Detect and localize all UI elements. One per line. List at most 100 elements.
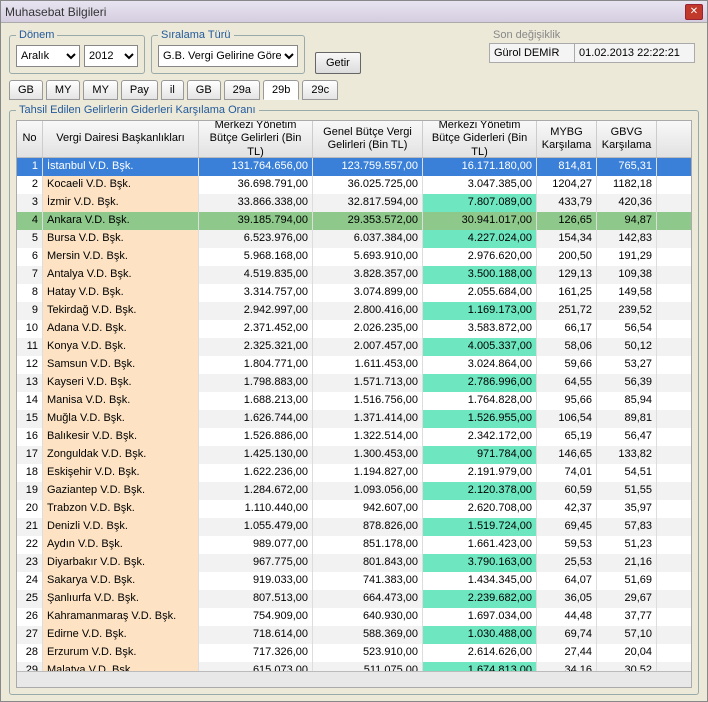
cell: Zonguldak V.D. Bşk. [43, 446, 199, 464]
cell: 69,74 [537, 626, 597, 644]
cell: 64,55 [537, 374, 597, 392]
cell: Trabzon V.D. Bşk. [43, 500, 199, 518]
tab-gb[interactable]: GB [9, 80, 43, 100]
cell: 588.369,00 [313, 626, 423, 644]
tab-29a[interactable]: 29a [224, 80, 260, 100]
donem-legend: Dönem [16, 29, 57, 41]
table-row[interactable]: 18Eskişehir V.D. Bşk.1.622.236,001.194.8… [17, 464, 691, 482]
table-row[interactable]: 7Antalya V.D. Bşk.4.519.835,003.828.357,… [17, 266, 691, 284]
cell: 33.866.338,00 [199, 194, 313, 212]
cell: 64,07 [537, 572, 597, 590]
cell: 89,81 [597, 410, 657, 428]
cell: 22 [17, 536, 43, 554]
cell: 60,59 [537, 482, 597, 500]
cell: 6 [17, 248, 43, 266]
table-row[interactable]: 23Diyarbakır V.D. Bşk.967.775,00801.843,… [17, 554, 691, 572]
table-row[interactable]: 27Edirne V.D. Bşk.718.614,00588.369,001.… [17, 626, 691, 644]
cell: Ankara V.D. Bşk. [43, 212, 199, 230]
table-row[interactable]: 3İzmir V.D. Bşk.33.866.338,0032.817.594,… [17, 194, 691, 212]
cell: 25 [17, 590, 43, 608]
cell: 664.473,00 [313, 590, 423, 608]
table-row[interactable]: 28Erzurum V.D. Bşk.717.326,00523.910,002… [17, 644, 691, 662]
cell: 129,13 [537, 266, 597, 284]
table-row[interactable]: 24Sakarya V.D. Bşk.919.033,00741.383,001… [17, 572, 691, 590]
data-grid: No Vergi Dairesi Başkanlıkları Merkezi Y… [16, 120, 692, 688]
cell: 3.828.357,00 [313, 266, 423, 284]
getir-button[interactable]: Getir [315, 52, 361, 74]
cell: 20,04 [597, 644, 657, 662]
table-row[interactable]: 1İstanbul V.D. Bşk.131.764.656,00123.759… [17, 158, 691, 176]
table-row[interactable]: 17Zonguldak V.D. Bşk.1.425.130,001.300.4… [17, 446, 691, 464]
cell: 9 [17, 302, 43, 320]
col-mg[interactable]: Merkezi Yönetim Bütçe Giderleri (Bin TL) [423, 121, 537, 157]
cell: Malatya V.D. Bşk. [43, 662, 199, 671]
cell: 851.178,00 [313, 536, 423, 554]
table-row[interactable]: 6Mersin V.D. Bşk.5.968.168,005.693.910,0… [17, 248, 691, 266]
grid-body[interactable]: 1İstanbul V.D. Bşk.131.764.656,00123.759… [17, 158, 691, 671]
cell: 2.342.172,00 [423, 428, 537, 446]
table-row[interactable]: 14Manisa V.D. Bşk.1.688.213,001.516.756,… [17, 392, 691, 410]
tab-gb[interactable]: GB [187, 80, 221, 100]
cell: 65,19 [537, 428, 597, 446]
cell: 66,17 [537, 320, 597, 338]
cell: 1.688.213,00 [199, 392, 313, 410]
table-row[interactable]: 15Muğla V.D. Bşk.1.626.744,001.371.414,0… [17, 410, 691, 428]
table-row[interactable]: 11Konya V.D. Bşk.2.325.321,002.007.457,0… [17, 338, 691, 356]
col-no[interactable]: No [17, 121, 43, 157]
cell: Sakarya V.D. Bşk. [43, 572, 199, 590]
table-row[interactable]: 8Hatay V.D. Bşk.3.314.757,003.074.899,00… [17, 284, 691, 302]
cell: 26 [17, 608, 43, 626]
tab-29b[interactable]: 29b [263, 80, 299, 100]
cell: 42,37 [537, 500, 597, 518]
tab-my[interactable]: MY [46, 80, 81, 100]
cell: Diyarbakır V.D. Bşk. [43, 554, 199, 572]
table-row[interactable]: 5Bursa V.D. Bşk.6.523.976,006.037.384,00… [17, 230, 691, 248]
col-name[interactable]: Vergi Dairesi Başkanlıkları [43, 121, 199, 157]
cell: 2.239.682,00 [423, 590, 537, 608]
table-row[interactable]: 29Malatya V.D. Bşk.615.073,00511.075,001… [17, 662, 691, 671]
table-row[interactable]: 9Tekirdağ V.D. Bşk.2.942.997,002.800.416… [17, 302, 691, 320]
col-gbk[interactable]: GBVG Karşılama [597, 121, 657, 157]
col-myk[interactable]: MYBG Karşılama [537, 121, 597, 157]
cell: 1.798.883,00 [199, 374, 313, 392]
cell: 989.077,00 [199, 536, 313, 554]
horizontal-scrollbar[interactable] [17, 671, 691, 687]
cell: 19 [17, 482, 43, 500]
cell: 25,53 [537, 554, 597, 572]
tab-29c[interactable]: 29c [302, 80, 338, 100]
siralama-select[interactable]: G.B. Vergi Gelirine Göre [158, 45, 298, 67]
table-row[interactable]: 21Denizli V.D. Bşk.1.055.479,00878.826,0… [17, 518, 691, 536]
cell: 28 [17, 644, 43, 662]
table-row[interactable]: 10Adana V.D. Bşk.2.371.452,002.026.235,0… [17, 320, 691, 338]
tab-il[interactable]: il [161, 80, 184, 100]
cell: 6.523.976,00 [199, 230, 313, 248]
table-row[interactable]: 26Kahramanmaraş V.D. Bşk.754.909,00640.9… [17, 608, 691, 626]
table-row[interactable]: 13Kayseri V.D. Bşk.1.798.883,001.571.713… [17, 374, 691, 392]
cell: 878.826,00 [313, 518, 423, 536]
table-row[interactable]: 2Kocaeli V.D. Bşk.36.698.791,0036.025.72… [17, 176, 691, 194]
table-row[interactable]: 16Balıkesir V.D. Bşk.1.526.886,001.322.5… [17, 428, 691, 446]
table-row[interactable]: 4Ankara V.D. Bşk.39.185.794,0029.353.572… [17, 212, 691, 230]
cell: 5 [17, 230, 43, 248]
table-row[interactable]: 22Aydın V.D. Bşk.989.077,00851.178,001.6… [17, 536, 691, 554]
cell: Aydın V.D. Bşk. [43, 536, 199, 554]
month-select[interactable]: Aralık [16, 45, 80, 67]
table-row[interactable]: 20Trabzon V.D. Bşk.1.110.440,00942.607,0… [17, 500, 691, 518]
cell: 814,81 [537, 158, 597, 176]
tab-my[interactable]: MY [83, 80, 118, 100]
cell: 2.120.378,00 [423, 482, 537, 500]
tab-pay[interactable]: Pay [121, 80, 158, 100]
table-row[interactable]: 19Gaziantep V.D. Bşk.1.284.672,001.093.0… [17, 482, 691, 500]
table-row[interactable]: 25Şanlıurfa V.D. Bşk.807.513,00664.473,0… [17, 590, 691, 608]
close-button[interactable]: ✕ [685, 4, 703, 20]
cell: İzmir V.D. Bşk. [43, 194, 199, 212]
col-gv[interactable]: Genel Bütçe Vergi Gelirleri (Bin TL) [313, 121, 423, 157]
cell: 1.516.756,00 [313, 392, 423, 410]
table-row[interactable]: 12Samsun V.D. Bşk.1.804.771,001.611.453,… [17, 356, 691, 374]
cell: 24 [17, 572, 43, 590]
cell: 37,77 [597, 608, 657, 626]
cell: Erzurum V.D. Bşk. [43, 644, 199, 662]
col-mb[interactable]: Merkezi Yönetim Bütçe Gelirleri (Bin TL) [199, 121, 313, 157]
year-select[interactable]: 2012 [84, 45, 138, 67]
cell: 7.807.089,00 [423, 194, 537, 212]
